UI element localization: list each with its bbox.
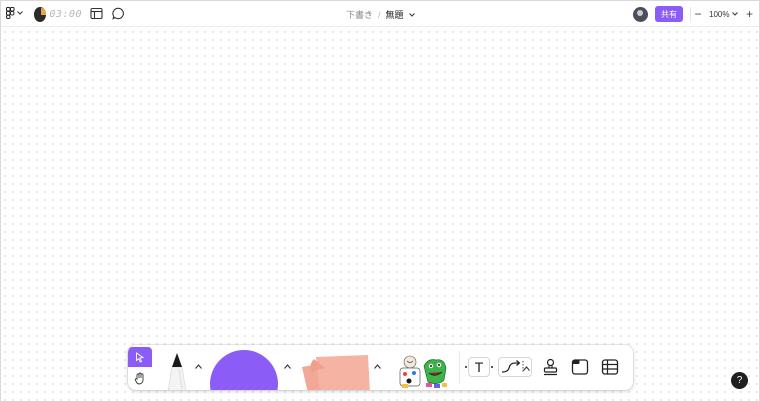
table-icon [601,359,619,375]
zoom-out-button[interactable]: − [691,7,705,21]
zoom-control: − 100% + [690,5,758,23]
connector-options-chevron[interactable] [523,363,530,373]
sticky-options-chevron[interactable] [374,361,381,371]
stamp-tool-button[interactable] [540,357,560,377]
zoom-level: 100% [709,9,730,19]
chevron-down-icon [732,12,739,16]
select-tool-button[interactable] [128,347,152,367]
breadcrumb: 下書き / 無題 [346,8,415,21]
chevron-up-icon [195,364,202,369]
comment-icon[interactable] [112,7,126,21]
help-button[interactable]: ? [731,372,748,389]
hand-icon [134,372,144,384]
section-tool-button[interactable] [570,357,590,377]
stickers-icon[interactable] [394,354,450,390]
table-tool-button[interactable] [600,357,620,377]
share-button[interactable]: 共有 [655,6,683,22]
cursor-icon [136,351,145,363]
main-menu-button[interactable] [6,7,23,19]
zoom-in-button[interactable]: + [742,7,756,21]
layout-icon[interactable] [90,7,104,21]
text-tool-button[interactable]: T [468,357,490,377]
marker-icon[interactable] [162,351,192,390]
pen-options-chevron[interactable] [195,361,202,371]
sticky-note-icon[interactable] [294,353,370,390]
zoom-level-dropdown[interactable]: 100% [709,9,739,19]
avatar[interactable] [633,7,648,22]
timer-button[interactable]: 03:00 [34,6,82,22]
timer-value: 03:00 [49,8,82,20]
document-title[interactable]: 無題 [386,8,404,21]
timer-icon [34,6,47,22]
circle-shape-icon[interactable] [210,350,278,390]
section-icon [571,359,589,375]
chevron-up-icon [284,364,291,369]
shape-options-chevron[interactable] [284,361,291,371]
hand-tool-button[interactable] [128,368,152,388]
chevron-down-icon [17,11,23,15]
creation-toolbar: T [128,345,633,390]
figjam-logo-icon [6,7,15,19]
top-bar: 03:00 下書き / 無題 共有 − 100% + [1,1,759,27]
text-icon: T [474,359,484,375]
chevron-up-icon [374,364,381,369]
breadcrumb-drafts[interactable]: 下書き [346,8,373,21]
stamp-icon [543,358,557,376]
toolbar-divider [459,351,460,384]
chevron-down-icon[interactable] [408,12,415,17]
text-tool-dot-left [465,366,467,368]
breadcrumb-separator: / [378,9,381,20]
chevron-up-icon [523,366,530,371]
text-tool-dot-right [491,366,493,368]
